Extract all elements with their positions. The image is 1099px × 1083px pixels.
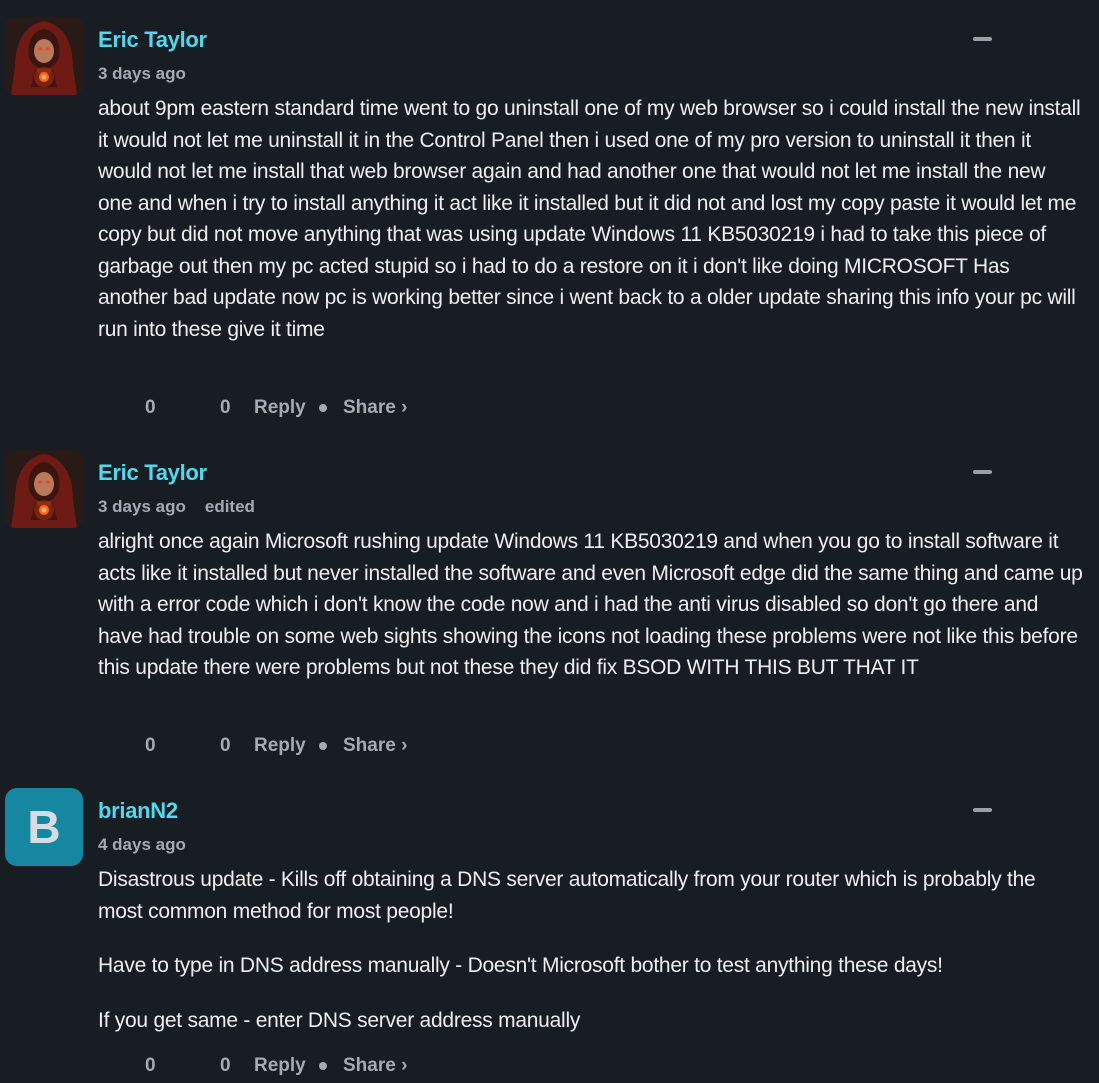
comment-paragraph: If you get same - enter DNS server addre…	[98, 1008, 581, 1032]
comment-meta: 3 days ago edited	[98, 497, 255, 517]
comment-timestamp[interactable]: 3 days ago	[98, 497, 186, 516]
comment-timestamp[interactable]: 4 days ago	[98, 835, 186, 854]
downvote-button[interactable]	[173, 1052, 213, 1080]
upvote-button[interactable]	[98, 394, 138, 422]
reply-button[interactable]: Reply	[254, 732, 306, 760]
comment-meta: 3 days ago	[98, 64, 186, 84]
comment-author[interactable]: Eric Taylor	[98, 460, 207, 486]
comment-paragraph: Have to type in DNS address manually - D…	[98, 954, 943, 977]
upvote-button[interactable]	[98, 1052, 138, 1080]
comment-body: alright once again Microsoft rushing upd…	[98, 526, 1083, 684]
comment-meta: 4 days ago	[98, 835, 186, 855]
upvote-count: 0	[145, 397, 156, 418]
reply-button[interactable]: Reply	[254, 1052, 306, 1080]
separator-dot	[319, 404, 327, 412]
hooded-figure-avatar-icon	[5, 450, 83, 528]
downvote-button[interactable]	[173, 394, 213, 422]
downvote-count: 0	[220, 397, 231, 418]
downvote-button[interactable]	[173, 732, 213, 760]
downvote-count: 0	[220, 735, 231, 756]
comment-paragraph: Disastrous update - Kills off obtaining …	[98, 868, 1036, 923]
reply-button[interactable]: Reply	[254, 394, 306, 422]
comment-body: Disastrous update - Kills off obtaining …	[98, 864, 1083, 1036]
comment-thread: Eric Taylor 3 days ago about 9pm eastern…	[0, 0, 1099, 1083]
comment-timestamp[interactable]: 3 days ago	[98, 64, 186, 83]
share-button[interactable]: Share ›	[343, 1052, 407, 1080]
comment-author[interactable]: brianN2	[98, 798, 178, 824]
comment-paragraph: alright once again Microsoft rushing upd…	[98, 530, 1083, 679]
separator-dot	[319, 742, 327, 750]
share-button[interactable]: Share ›	[343, 394, 407, 422]
upvote-count: 0	[145, 1055, 156, 1076]
avatar[interactable]: B	[5, 788, 83, 866]
comment-paragraph: about 9pm eastern standard time went to …	[98, 97, 1081, 341]
downvote-count: 0	[220, 1055, 231, 1076]
upvote-button[interactable]	[98, 732, 138, 760]
edited-label: edited	[204, 497, 255, 516]
upvote-count: 0	[145, 735, 156, 756]
collapse-icon[interactable]	[973, 808, 992, 812]
share-button[interactable]: Share ›	[343, 732, 407, 760]
separator-dot	[319, 1062, 327, 1070]
comment-body: about 9pm eastern standard time went to …	[98, 93, 1083, 345]
avatar[interactable]	[5, 450, 83, 528]
hooded-figure-avatar-icon	[5, 17, 83, 95]
collapse-icon[interactable]	[973, 37, 992, 41]
avatar[interactable]	[5, 17, 83, 95]
comment-author[interactable]: Eric Taylor	[98, 27, 207, 53]
collapse-icon[interactable]	[973, 470, 992, 474]
